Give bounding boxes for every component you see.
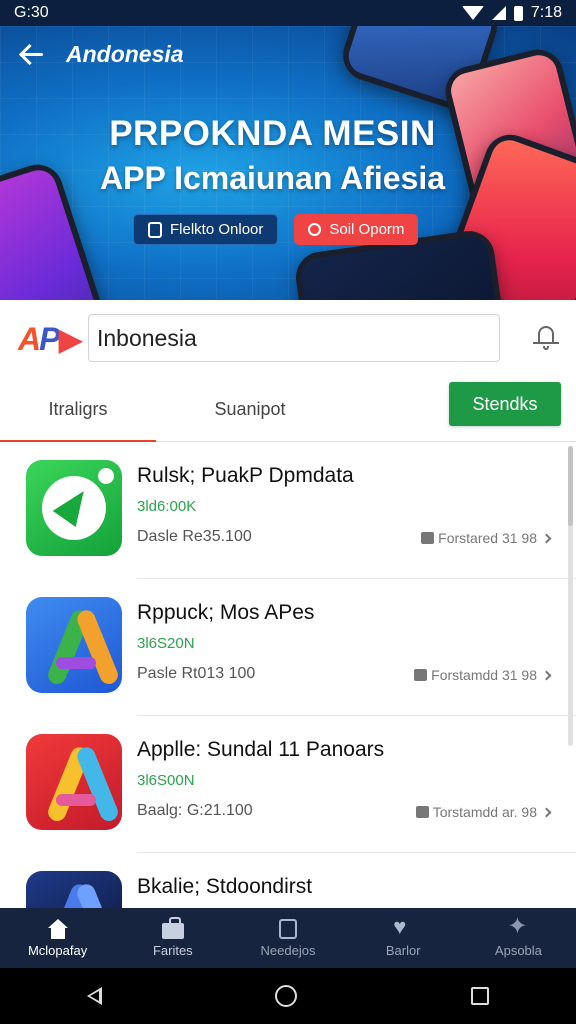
app-title: Rppuck; Mos APes [137, 601, 315, 624]
cell-signal-icon [491, 6, 506, 20]
app-meta[interactable]: Torstamdd ar. 98 [415, 804, 552, 820]
chevron-right-icon [541, 670, 552, 680]
nav-label: Barlor [385, 942, 421, 958]
nav-label: Mclopafay [27, 942, 88, 958]
app-meta-text: Forstamdd 31 98 [431, 667, 537, 683]
app-size: 3ld6:00K [137, 498, 197, 515]
wifi-icon [461, 6, 484, 20]
nav-item-home[interactable]: Mclopafay [0, 908, 115, 968]
status-icons: 7:18 [461, 4, 562, 22]
hero-buttons: Flelkto Onloor Soil Oporm [133, 214, 419, 245]
battery-icon [513, 5, 523, 21]
tag-icon [414, 669, 428, 681]
hero-headline-line-2: APP Icmaiunan Afiesia [99, 160, 445, 196]
app-meta-text: Forstared 31 98 [438, 530, 537, 546]
list-item[interactable]: Bkalie; Stdoondirst [0, 853, 576, 908]
hero-headline: PRPOKNDA MESIN APP Icmaiunan Afiesia [0, 114, 545, 197]
page-title: Andonesia [66, 40, 184, 67]
list-item[interactable]: Rulsk; PuakP Dpmdata 3ld6:00K Dasle Re35… [0, 442, 576, 579]
app-meta[interactable]: Forstamdd 31 98 [414, 667, 552, 683]
system-recents-icon[interactable] [471, 987, 490, 1005]
app-list: Rulsk; PuakP Dpmdata 3ld6:00K Dasle Re35… [0, 442, 576, 908]
stendks-button[interactable]: Stendks [449, 382, 561, 426]
nav-label: Farites [152, 942, 193, 958]
nav-item-news[interactable]: Needejos [230, 908, 345, 968]
hero-button-2-label: Soil Oporm [329, 221, 405, 238]
app-price: Pasle Rt013 100 [137, 665, 256, 682]
nav-item-features[interactable]: Farites [115, 908, 230, 968]
features-icon [161, 916, 184, 939]
system-home-icon[interactable] [275, 985, 298, 1007]
hero-banner: Andonesia PRPOKNDA MESIN APP Icmaiunan A… [0, 26, 576, 300]
tab-suanipot[interactable]: Suanipot [172, 376, 328, 442]
app-size: 3l6S00N [137, 772, 195, 789]
list-item[interactable]: Rppuck; Mos APes 3l6S20N Pasle Rt013 100… [0, 579, 576, 716]
status-time-right: 7:18 [530, 4, 562, 21]
hero-header: Andonesia [18, 40, 184, 68]
hero-headline-line-1: PRPOKNDA MESIN [109, 114, 436, 153]
heart-icon [392, 916, 414, 939]
news-icon [279, 918, 297, 939]
home-icon [47, 918, 69, 939]
app-icon [26, 871, 122, 908]
chevron-right-icon [541, 807, 552, 817]
back-arrow-icon[interactable] [18, 40, 46, 68]
hero-button-1-label: Flelkto Onloor [170, 221, 264, 238]
status-bar: G:30 7:18 [0, 0, 576, 26]
user-icon [308, 223, 322, 236]
tab-bar: Itraligrs Suanipot Stendks [0, 376, 576, 443]
search-row: AP▶ Inbonesia [0, 300, 576, 376]
nav-label: Apsobla [494, 942, 542, 958]
tag-icon [415, 806, 429, 818]
chevron-right-icon [541, 533, 552, 543]
app-icon [26, 597, 122, 693]
phone-icon [148, 221, 162, 238]
app-size: 3l6S20N [137, 635, 195, 652]
status-time-left: G:30 [14, 4, 49, 21]
app-price: Dasle Re35.100 [137, 528, 252, 545]
app-price: Baalg: G:21.100 [137, 802, 253, 819]
scrollbar-thumb[interactable] [568, 446, 573, 526]
app-icon [26, 734, 122, 830]
nav-item-favorites[interactable]: Barlor [346, 908, 461, 968]
app-icon [26, 460, 122, 556]
app-meta-text: Torstamdd ar. 98 [432, 804, 537, 820]
list-scrollbar[interactable] [568, 446, 573, 746]
app-meta[interactable]: Forstared 31 98 [421, 530, 552, 546]
tab-itraligrs[interactable]: Itraligrs [0, 376, 156, 443]
system-nav-bar [0, 968, 576, 1024]
app-title: Applle: Sundal 11 Panoars [137, 738, 385, 761]
list-item[interactable]: Applle: Sundal 11 Panoars 3l6S00N Baalg:… [0, 716, 576, 853]
system-back-icon[interactable] [86, 987, 102, 1005]
apps-icon [507, 915, 529, 939]
nav-label: Needejos [260, 942, 316, 958]
app-title: Bkalie; Stdoondirst [137, 875, 313, 898]
hero-support-button[interactable]: Soil Oporm [294, 214, 419, 245]
app-screen: G:30 7:18 Andonesia PRPOKNDA MESIN APP I… [0, 0, 576, 1024]
app-logo[interactable]: AP▶ [18, 320, 83, 358]
bottom-nav: Mclopafay Farites Needejos Barlor Apsobl… [0, 908, 576, 968]
nav-item-apps[interactable]: Apsobla [461, 908, 576, 968]
bell-icon[interactable] [532, 322, 560, 352]
tag-icon [421, 532, 435, 544]
hero-download-button[interactable]: Flelkto Onloor [133, 214, 279, 245]
app-title: Rulsk; PuakP Dpmdata [137, 464, 354, 487]
search-input[interactable]: Inbonesia [88, 314, 500, 362]
